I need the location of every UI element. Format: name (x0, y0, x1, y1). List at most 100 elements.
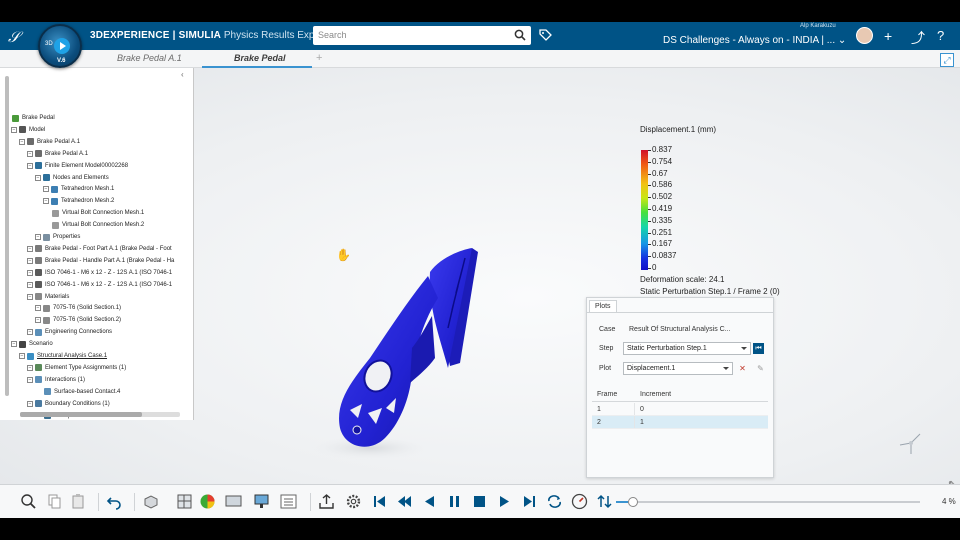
play-icon[interactable] (496, 493, 513, 510)
plot-settings-icon[interactable]: ✕ (737, 363, 748, 374)
axis-triad-icon[interactable] (896, 426, 926, 456)
search-input[interactable]: Search (313, 26, 531, 45)
step-select[interactable]: Static Perturbation Step.1 (623, 342, 751, 355)
tree-item[interactable]: − Model (11, 125, 45, 135)
expand-toggle-icon[interactable]: − (11, 341, 17, 348)
3d-viewport[interactable]: ‹ Brake Pedal − Model − Brake Pedal A.1 − Brak… (0, 68, 960, 518)
tree-item[interactable]: Virtual Bolt Connection Mesh.1 (52, 208, 144, 218)
tree-item[interactable]: − 7075-T6 (Solid Section.2) (35, 315, 121, 325)
tree-item[interactable]: Virtual Bolt Connection Mesh.2 (52, 220, 144, 230)
expand-toggle-icon[interactable]: − (35, 174, 41, 181)
expand-toggle-icon[interactable]: − (27, 162, 33, 169)
tree-item[interactable]: − Boundary Conditions (1) (27, 399, 110, 409)
expand-toggle-icon[interactable]: − (27, 281, 33, 288)
expand-toggle-icon[interactable]: − (27, 269, 33, 276)
tree-item[interactable]: − Scenario (11, 339, 53, 349)
tab-brake-pedal-a1[interactable]: Brake Pedal A.1 (117, 53, 182, 63)
fullscreen-icon[interactable]: ⤢ (940, 53, 954, 67)
expand-toggle-icon[interactable]: − (27, 257, 33, 264)
tab-brake-pedal[interactable]: Brake Pedal (234, 53, 286, 63)
tree-item[interactable]: − Nodes and Elements (35, 173, 109, 183)
tree-item[interactable]: − 7075-T6 (Solid Section.1) (35, 303, 121, 313)
expand-toggle-icon[interactable]: − (43, 186, 49, 193)
part-icon[interactable] (142, 493, 159, 510)
expand-toggle-icon[interactable]: − (27, 329, 33, 336)
collab-space-selector[interactable]: DS Challenges - Always on - INDIA | ... … (663, 35, 846, 46)
animation-slider-handle[interactable] (628, 497, 639, 507)
expand-toggle-icon[interactable]: − (27, 150, 33, 157)
color-scale-bar[interactable] (641, 150, 648, 270)
tree-item[interactable]: − Finite Element Model00002268 (27, 161, 128, 171)
last-frame-icon[interactable] (521, 493, 538, 510)
tree-item[interactable]: Surface-based Contact.4 (44, 387, 120, 397)
share-icon[interactable]: ⤴ (911, 28, 925, 48)
tree-item[interactable]: − ISO 7046-1 - M6 x 12 - Z - 12S A.1 (ISO… (27, 280, 172, 290)
brake-pedal-model[interactable] (300, 198, 500, 463)
add-tab-icon[interactable]: + (316, 52, 322, 64)
table-row[interactable]: 2 1 (592, 416, 768, 429)
list-icon[interactable] (280, 493, 297, 510)
tree-item[interactable]: − Engineering Connections (27, 327, 112, 337)
search-icon[interactable] (514, 29, 526, 41)
display-icon[interactable] (225, 493, 242, 510)
first-frame-icon[interactable] (371, 493, 388, 510)
expand-toggle-icon[interactable]: − (11, 126, 17, 133)
tree-item[interactable]: − Tetrahedron Mesh.1 (43, 184, 114, 194)
expand-toggle-icon[interactable]: − (27, 364, 33, 371)
compass-button[interactable]: 3D V.6 (38, 24, 82, 68)
tree-item[interactable]: − Brake Pedal A.1 (27, 149, 88, 159)
undo-icon[interactable] (106, 493, 123, 510)
table-row[interactable]: 1 0 (592, 403, 768, 416)
copy-icon[interactable] (46, 493, 63, 510)
sort-icon[interactable] (596, 493, 613, 510)
tree-item[interactable]: − Properties (35, 232, 80, 242)
scroll-thumb[interactable] (20, 412, 142, 417)
help-icon[interactable]: ? (937, 28, 944, 43)
expand-toggle-icon[interactable]: − (43, 198, 49, 205)
expand-toggle-icon[interactable]: − (19, 138, 25, 145)
tree-item[interactable]: Brake Pedal (12, 113, 55, 123)
gear-icon[interactable] (345, 493, 362, 510)
tree-item[interactable]: − Interactions (1) (27, 375, 85, 385)
tree-item[interactable]: − Tetrahedron Mesh.2 (43, 196, 114, 206)
tree-item[interactable]: − Brake Pedal - Foot Part A.1 (Brake Peda… (27, 244, 172, 254)
expand-toggle-icon[interactable]: − (27, 245, 33, 252)
tree-item[interactable]: − Brake Pedal A.1 (19, 137, 80, 147)
expand-toggle-icon[interactable]: − (19, 353, 25, 359)
expand-toggle-icon[interactable]: − (35, 317, 41, 324)
tree-item[interactable]: − Element Type Assignments (1) (27, 363, 126, 373)
tag-icon[interactable] (538, 28, 553, 43)
pause-icon[interactable] (446, 493, 463, 510)
results-icon[interactable] (199, 493, 216, 510)
skip-to-end-icon[interactable]: ⏮ (753, 343, 764, 354)
collapse-tree-icon[interactable]: ‹ (181, 70, 184, 79)
tree-item[interactable]: − ISO 7046-1 - M6 x 12 - Z - 12S A.1 (ISO… (27, 268, 172, 278)
expand-toggle-icon[interactable]: − (35, 234, 41, 240)
play-backward-icon[interactable] (421, 493, 438, 510)
animation-slider[interactable] (616, 501, 920, 503)
export-icon[interactable] (318, 493, 335, 510)
add-icon[interactable]: + (884, 28, 892, 44)
zoom-icon[interactable] (20, 493, 37, 510)
tree-horizontal-scrollbar[interactable] (20, 412, 180, 417)
monitor-icon[interactable] (253, 493, 270, 510)
element-type-icon (35, 364, 42, 372)
loop-icon[interactable] (546, 493, 563, 510)
paste-icon[interactable] (70, 493, 87, 510)
tree-vertical-scrollbar[interactable] (5, 76, 9, 396)
edit-icon[interactable]: ✎ (755, 363, 766, 374)
avatar[interactable] (856, 27, 873, 44)
speed-icon[interactable] (571, 493, 588, 510)
expand-toggle-icon[interactable]: − (27, 376, 33, 383)
expand-toggle-icon[interactable]: − (35, 305, 41, 312)
plot-select[interactable]: Displacement.1 (623, 362, 733, 375)
tree-item[interactable]: − Structural Analysis Case.1 (19, 351, 107, 361)
expand-toggle-icon[interactable]: − (27, 400, 33, 407)
mesh-icon[interactable] (176, 493, 193, 510)
tree-item[interactable]: − Materials (27, 292, 69, 302)
previous-frame-icon[interactable] (396, 493, 413, 510)
tree-item[interactable]: − Brake Pedal - Handle Part A.1 (Brake Pe… (27, 256, 174, 266)
expand-toggle-icon[interactable]: − (27, 293, 33, 300)
plots-panel-tab[interactable]: Plots (589, 300, 617, 312)
stop-icon[interactable] (471, 493, 488, 510)
